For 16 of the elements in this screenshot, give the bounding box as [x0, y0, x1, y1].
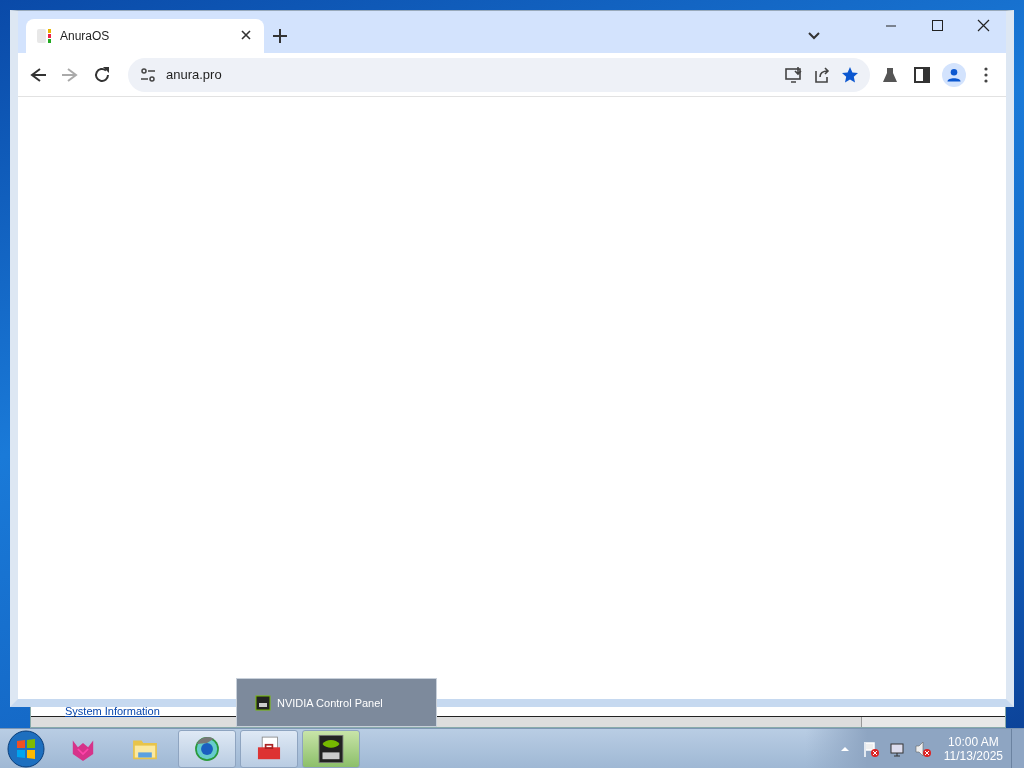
taskbar-button[interactable]	[178, 729, 236, 768]
install-icon[interactable]	[784, 64, 804, 85]
profile-avatar-icon[interactable]	[942, 62, 966, 87]
new-tab-icon[interactable]	[270, 26, 290, 46]
flag-error-icon[interactable]	[861, 739, 880, 758]
graphics-card-icon	[255, 694, 271, 711]
system-information-link[interactable]: System Information	[65, 705, 160, 717]
start-button[interactable]	[6, 728, 46, 768]
taskbar-preview-popup[interactable]: NVIDIA Control Panel	[236, 678, 437, 727]
taskbar-button[interactable]	[302, 729, 360, 768]
site-favicon-icon	[36, 27, 52, 45]
browser-tab[interactable]: AnuraOS	[26, 19, 264, 53]
url-text: anura.pro	[166, 67, 223, 82]
speaker-muted-icon[interactable]	[913, 739, 932, 758]
address-bar[interactable]: anura.pro	[128, 57, 870, 92]
share-icon[interactable]	[812, 64, 832, 85]
